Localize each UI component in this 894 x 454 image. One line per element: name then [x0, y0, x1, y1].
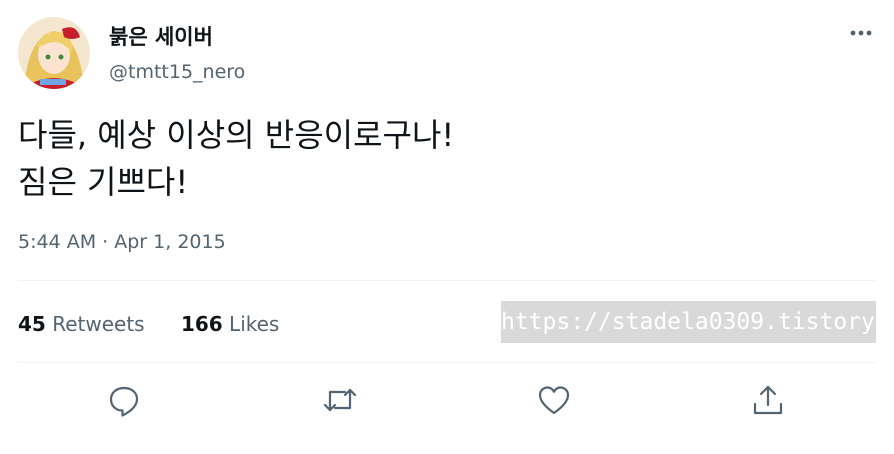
tweet-timestamp: 5:44 AM · Apr 1, 2015 — [18, 228, 226, 256]
reply-button[interactable] — [104, 380, 144, 420]
avatar[interactable] — [18, 17, 90, 89]
author-display-name[interactable]: 붉은 세이버 — [109, 22, 213, 52]
retweets-stat[interactable]: 45 Retweets — [18, 309, 145, 339]
likes-label: Likes — [229, 312, 280, 336]
more-options-button[interactable] — [842, 20, 880, 46]
tweet-date[interactable]: Apr 1, 2015 — [114, 231, 225, 253]
avatar-image — [18, 17, 90, 89]
share-icon — [753, 385, 783, 415]
watermark: https://stadela0309.tistory.com — [501, 301, 876, 343]
likes-stat[interactable]: 166 Likes — [181, 309, 279, 339]
retweets-count: 45 — [18, 312, 46, 336]
tweet-text: 다들, 예상 이상의 반응이로구나! 짐은 기쁘다! — [18, 112, 878, 206]
tweet-text-line-1: 다들, 예상 이상의 반응이로구나! — [18, 116, 455, 154]
like-button[interactable] — [534, 380, 574, 420]
meta-separator: · — [102, 231, 109, 253]
likes-count: 166 — [180, 312, 223, 336]
divider — [18, 280, 876, 281]
author-handle[interactable]: @tmtt15_nero — [109, 58, 245, 86]
retweets-label: Retweets — [52, 312, 145, 336]
divider — [18, 362, 876, 363]
retweet-icon — [323, 388, 357, 412]
retweet-button[interactable] — [320, 380, 360, 420]
more-horizontal-icon — [850, 30, 872, 36]
reply-icon — [109, 386, 139, 417]
share-button[interactable] — [748, 380, 788, 420]
heart-icon — [538, 386, 570, 415]
tweet-text-line-2: 짐은 기쁘다! — [18, 163, 189, 201]
tweet-stats: 45 Retweets 166 Likes — [18, 309, 279, 339]
tweet-time[interactable]: 5:44 AM — [18, 231, 96, 253]
